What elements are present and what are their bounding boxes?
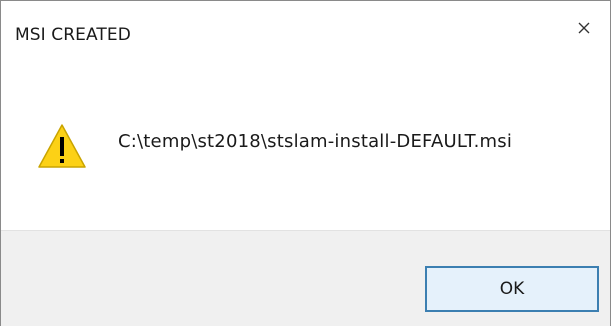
message-dialog: MSI CREATED C:\temp\st2018\stslam-instal… bbox=[0, 0, 611, 326]
button-bar: OK bbox=[1, 230, 610, 326]
message-text: C:\temp\st2018\stslam-install-DEFAULT.ms… bbox=[118, 131, 513, 152]
ok-button[interactable]: OK bbox=[425, 266, 599, 312]
dialog-title: MSI CREATED bbox=[15, 25, 131, 45]
dialog-content: C:\temp\st2018\stslam-install-DEFAULT.ms… bbox=[1, 67, 610, 217]
title-bar: MSI CREATED bbox=[1, 1, 610, 67]
warning-icon bbox=[38, 124, 86, 168]
close-button[interactable] bbox=[564, 9, 604, 47]
close-icon bbox=[578, 22, 590, 34]
